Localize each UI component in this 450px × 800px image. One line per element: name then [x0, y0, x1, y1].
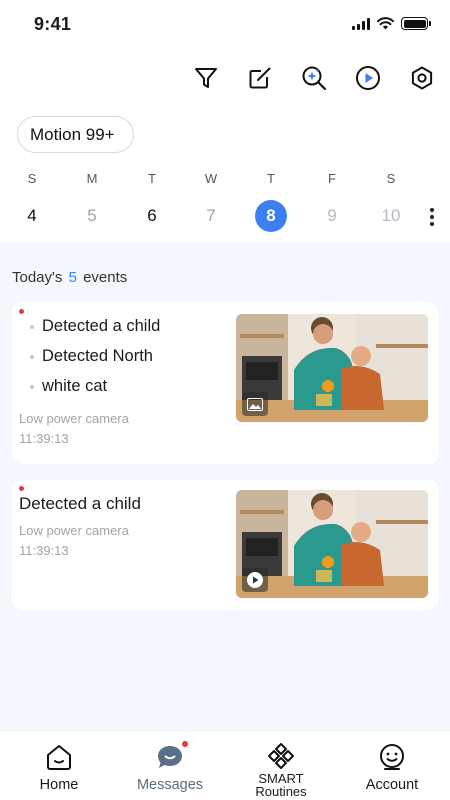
nav-home[interactable]: Home	[4, 732, 114, 800]
event-card[interactable]: Detected a child Detected North white ca…	[12, 302, 439, 464]
day-number: 9	[327, 206, 337, 225]
smart-routines-icon	[268, 743, 294, 769]
motion-filter-chip[interactable]: Motion 99+	[17, 116, 134, 153]
nav-home-label: Home	[39, 777, 79, 793]
day-number: 4	[27, 206, 37, 225]
calendar-day[interactable]: W 7	[189, 170, 233, 232]
account-icon	[380, 744, 404, 770]
nav-smart-routines[interactable]: SMART Routines	[226, 732, 336, 800]
calendar-day[interactable]: S 10	[369, 170, 413, 232]
status-bar: 9:41	[0, 0, 450, 50]
summary-prefix: Today's	[12, 269, 63, 286]
weekday-label: T	[148, 171, 156, 186]
event-card[interactable]: Detected a child Low power camera 11:39:…	[12, 480, 439, 610]
week-calendar: S 4 M 5 T 6 W 7 T 8 F 9 S 10	[0, 170, 420, 232]
calendar-day-selected[interactable]: T 8	[249, 170, 293, 232]
notification-dot	[181, 740, 189, 748]
image-icon	[242, 392, 268, 416]
event-tag: Detected North	[30, 347, 153, 366]
calendar-day[interactable]: M 5	[70, 170, 114, 232]
summary-suffix: events	[83, 269, 128, 286]
motion-filter-label: Motion 99+	[30, 124, 115, 144]
events-summary: Today's 5 events	[12, 269, 127, 286]
toolbar	[190, 62, 438, 94]
nav-messages-label: Messages	[136, 777, 204, 793]
event-time: 11:39:13	[19, 543, 69, 558]
event-time: 11:39:13	[19, 431, 69, 446]
weekday-label: S	[27, 171, 37, 186]
calendar-day[interactable]: S 4	[10, 170, 54, 232]
nav-smart-label-line2: Routines	[255, 784, 307, 799]
nav-messages[interactable]: Messages	[115, 732, 225, 800]
weekday-label: F	[328, 171, 336, 186]
day-number: 7	[206, 206, 216, 225]
camera-name: Low power camera	[19, 411, 129, 426]
more-options-icon[interactable]	[424, 204, 440, 230]
nav-smart-routines-label: SMART Routines	[226, 772, 336, 798]
edit-icon[interactable]	[244, 62, 276, 94]
wifi-icon	[377, 17, 394, 30]
messages-icon	[158, 746, 182, 768]
event-thumbnail[interactable]	[236, 314, 428, 422]
play-icon[interactable]	[352, 62, 384, 94]
calendar-day[interactable]: T 6	[130, 170, 174, 232]
unread-dot	[19, 486, 24, 491]
weekday-label: W	[204, 171, 218, 186]
event-thumbnail[interactable]	[236, 490, 428, 598]
weekday-label: M	[86, 171, 98, 186]
status-icons	[352, 17, 431, 30]
nav-account[interactable]: Account	[337, 732, 447, 800]
day-number: 6	[147, 206, 157, 225]
bottom-navigation: Home Messages SMART Routines Account	[0, 732, 450, 800]
event-title: Detected a child	[19, 494, 141, 513]
cellular-signal-icon	[352, 17, 370, 30]
status-time: 9:41	[34, 14, 72, 34]
settings-icon[interactable]	[406, 62, 438, 94]
events-count: 5	[68, 269, 77, 286]
home-icon	[47, 745, 71, 770]
nav-account-label: Account	[365, 777, 419, 793]
play-video-icon[interactable]	[242, 568, 268, 592]
weekday-label: T	[267, 171, 275, 186]
day-number: 5	[87, 206, 97, 225]
camera-name: Low power camera	[19, 523, 129, 538]
event-tag: white cat	[30, 377, 107, 396]
filter-icon[interactable]	[190, 62, 222, 94]
battery-icon	[401, 17, 431, 30]
ai-search-icon[interactable]	[298, 62, 330, 94]
event-tag: Detected a child	[30, 317, 160, 336]
unread-dot	[19, 309, 24, 314]
day-number: 8	[255, 200, 287, 232]
calendar-day[interactable]: F 9	[310, 170, 354, 232]
day-number: 10	[381, 206, 401, 225]
weekday-label: S	[386, 171, 396, 186]
